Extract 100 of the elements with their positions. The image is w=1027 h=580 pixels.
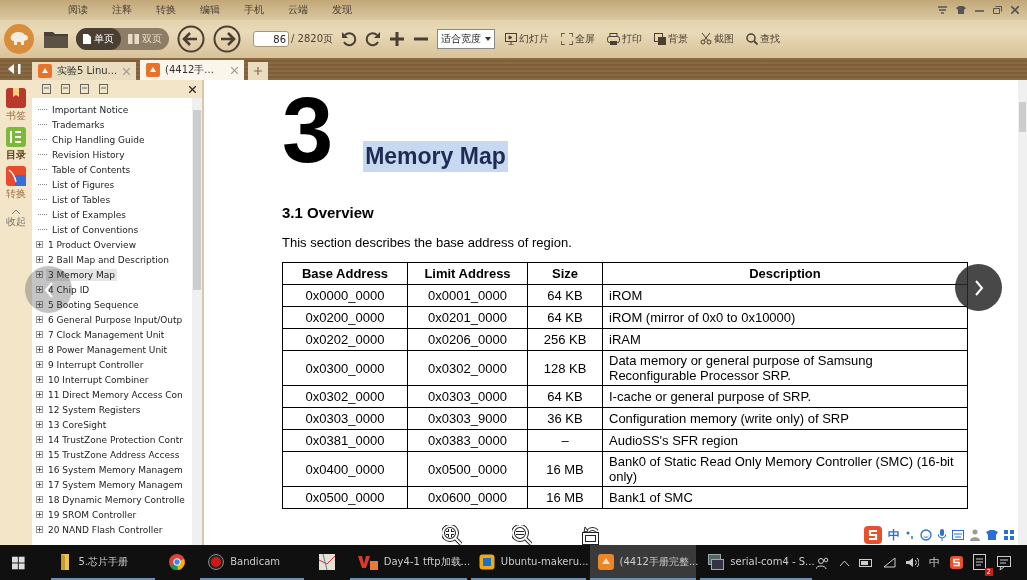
outline-item[interactable]: 3 Memory Map — [46, 268, 118, 281]
outline-item[interactable]: Revision History — [50, 148, 127, 161]
outline-item[interactable]: List of Tables — [50, 193, 113, 206]
outline-item[interactable]: 18 Dynamic Memory Controlle — [46, 493, 187, 506]
table-cell: Data memory or general purpose of Samsung Reconfigurable Processor SRP. — [602, 350, 968, 386]
outline-item[interactable]: 1 Product Overview — [46, 238, 138, 251]
zoom-dropdown[interactable]: 适合宽度 — [437, 29, 495, 49]
table-cell: 0x0302_0000 — [407, 350, 528, 386]
outline-item[interactable]: 7 Clock Management Unit — [46, 328, 167, 341]
toolbar-button[interactable]: 截图 — [698, 32, 736, 46]
table-cell: 0x0206_0000 — [407, 328, 528, 351]
outline-item[interactable]: Chip Handling Guide — [50, 133, 147, 146]
sidebar-tab[interactable]: 收起 — [6, 209, 26, 229]
menu-tab[interactable]: 阅读 — [56, 1, 100, 19]
outline-item[interactable]: Table of Contents — [50, 163, 133, 176]
table-cell: 0x0383_0000 — [407, 429, 528, 452]
document-tab[interactable]: 实验5 Linu... — [32, 62, 136, 80]
table-cell: 0x0600_0000 — [407, 486, 528, 509]
outline-item[interactable]: 19 SROM Controller — [46, 508, 139, 521]
outline-item[interactable]: 10 Interrupt Combiner — [46, 373, 151, 386]
table-cell: 0x0201_0000 — [407, 306, 528, 329]
document-tab[interactable]: (4412手... — [140, 60, 244, 80]
outline-item[interactable]: 2 Ball Map and Description — [46, 253, 172, 266]
table-cell: iRAM — [602, 328, 968, 351]
column-header: Size — [527, 262, 603, 285]
page-total: / 2820页 — [291, 32, 333, 46]
menu-tab[interactable]: 发现 — [320, 1, 364, 19]
table-cell: 0x0500_0000 — [282, 486, 408, 509]
taskbar-button[interactable]: Bandicam — [200, 545, 305, 580]
outline-item[interactable]: List of Examples — [50, 208, 128, 221]
outline-item[interactable]: 15 TrustZone Address Access — [46, 448, 182, 461]
outline-item[interactable]: Important Notice — [50, 103, 131, 116]
table-cell: 0x0200_0000 — [282, 306, 408, 329]
input-mode[interactable]: 中 — [888, 526, 900, 544]
table-cell: 16 MB — [527, 486, 603, 509]
outline-item[interactable]: 8 Power Management Unit — [46, 343, 170, 356]
taskbar-button[interactable]: Day4-1 tftp加载... — [349, 545, 467, 580]
toolbar-button[interactable]: 背景 — [652, 32, 690, 46]
table-cell: 0x0381_0000 — [282, 429, 408, 452]
menu-tab[interactable]: 手机 — [232, 1, 276, 19]
table-cell: 0x0400_0000 — [282, 451, 408, 487]
outline-item[interactable]: Trademarks — [50, 118, 107, 131]
outline-item[interactable]: 4 Chip ID — [46, 283, 92, 296]
outline-item[interactable]: 20 NAND Flash Controller — [46, 523, 165, 536]
table-cell: 16 MB — [527, 451, 603, 487]
table-cell: Bank0 of Static Read Only Memory Controller (SMC) (16-bit only) — [602, 451, 968, 487]
table-cell: – — [527, 429, 603, 452]
taskbar-button[interactable]: serial-com4 - S... — [700, 545, 812, 580]
outline-item[interactable]: List of Figures — [50, 178, 117, 191]
toolbar-button[interactable]: 幻灯片 — [503, 32, 551, 46]
table-cell: 0x0303_9000 — [407, 407, 528, 430]
menu-tab[interactable]: 转换 — [144, 1, 188, 19]
outline-item[interactable]: 17 System Memory Managem — [46, 478, 185, 491]
table-cell: 64 KB — [527, 284, 603, 307]
column-header: Base Address — [282, 262, 408, 285]
table-cell: 0x0000_0000 — [282, 284, 408, 307]
outline-item[interactable]: 14 TrustZone Protection Contr — [46, 433, 185, 446]
table-cell: 0x0303_0000 — [407, 385, 528, 408]
table-cell: 0x0001_0000 — [407, 284, 528, 307]
table-cell: 0x0300_0000 — [282, 350, 408, 386]
sidebar-tab[interactable]: 转换 — [6, 166, 26, 201]
table-cell: 128 KB — [527, 350, 603, 386]
table-cell: 0x0303_0000 — [282, 407, 408, 430]
table-cell: 0x0302_0000 — [282, 385, 408, 408]
paragraph: This section describes the base address of region. — [282, 235, 573, 250]
outline-item[interactable]: 6 General Purpose Input/Outp — [46, 313, 185, 326]
outline-item[interactable]: 12 System Registers — [46, 403, 143, 416]
toolbar-button[interactable]: 打印 — [605, 32, 644, 46]
outline-item[interactable]: 16 System Memory Managem — [46, 463, 185, 476]
section-heading: 3.1 Overview — [282, 204, 375, 221]
table-cell: 64 KB — [527, 385, 603, 408]
sidebar-tab[interactable]: 书签 — [6, 88, 26, 123]
table-cell: 0x0202_0000 — [282, 328, 408, 351]
outline-item[interactable]: 9 Interrupt Controller — [46, 358, 146, 371]
table-cell: AudioSS's SFR region — [602, 429, 968, 452]
table-cell: I-cache or general purpose of SRP. — [602, 385, 968, 408]
outline-item[interactable]: List of Conventions — [50, 223, 141, 236]
outline-item[interactable]: 13 CoreSight — [46, 418, 109, 431]
chapter-title: Memory Map — [363, 141, 508, 172]
taskbar-button[interactable]: 5.芯片手册 — [50, 545, 155, 580]
page-number-field[interactable]: 86 — [253, 31, 289, 47]
table-cell: 64 KB — [527, 306, 603, 329]
toolbar-button[interactable]: 全屏 — [559, 32, 597, 46]
toolbar-button[interactable]: 查找 — [744, 32, 782, 46]
taskbar-button[interactable]: Ubuntu-makeru... — [470, 545, 586, 580]
taskbar-button[interactable]: (4412手册完整... — [589, 545, 697, 580]
menu-tab[interactable]: 编辑 — [188, 1, 232, 19]
outline-item[interactable]: 5 Booting Sequence — [46, 298, 141, 311]
view-mode-button[interactable]: 单页 — [76, 28, 121, 50]
menu-tab[interactable]: 云端 — [276, 1, 320, 19]
sidebar-tab[interactable]: 目录 — [6, 127, 26, 162]
table-cell: iROM (mirror of 0x0 to 0x10000) — [602, 306, 968, 329]
chapter-number: 3 — [282, 84, 334, 176]
menu-tab[interactable]: 注释 — [100, 1, 144, 19]
input-mode[interactable]: 中 — [929, 555, 940, 570]
table-cell: 256 KB — [527, 328, 603, 351]
table-cell: 36 KB — [527, 407, 603, 430]
outline-item[interactable]: 11 Direct Memory Access Con — [46, 388, 185, 401]
table-cell: Bank1 of SMC — [602, 486, 968, 509]
column-header: Limit Address — [407, 262, 528, 285]
